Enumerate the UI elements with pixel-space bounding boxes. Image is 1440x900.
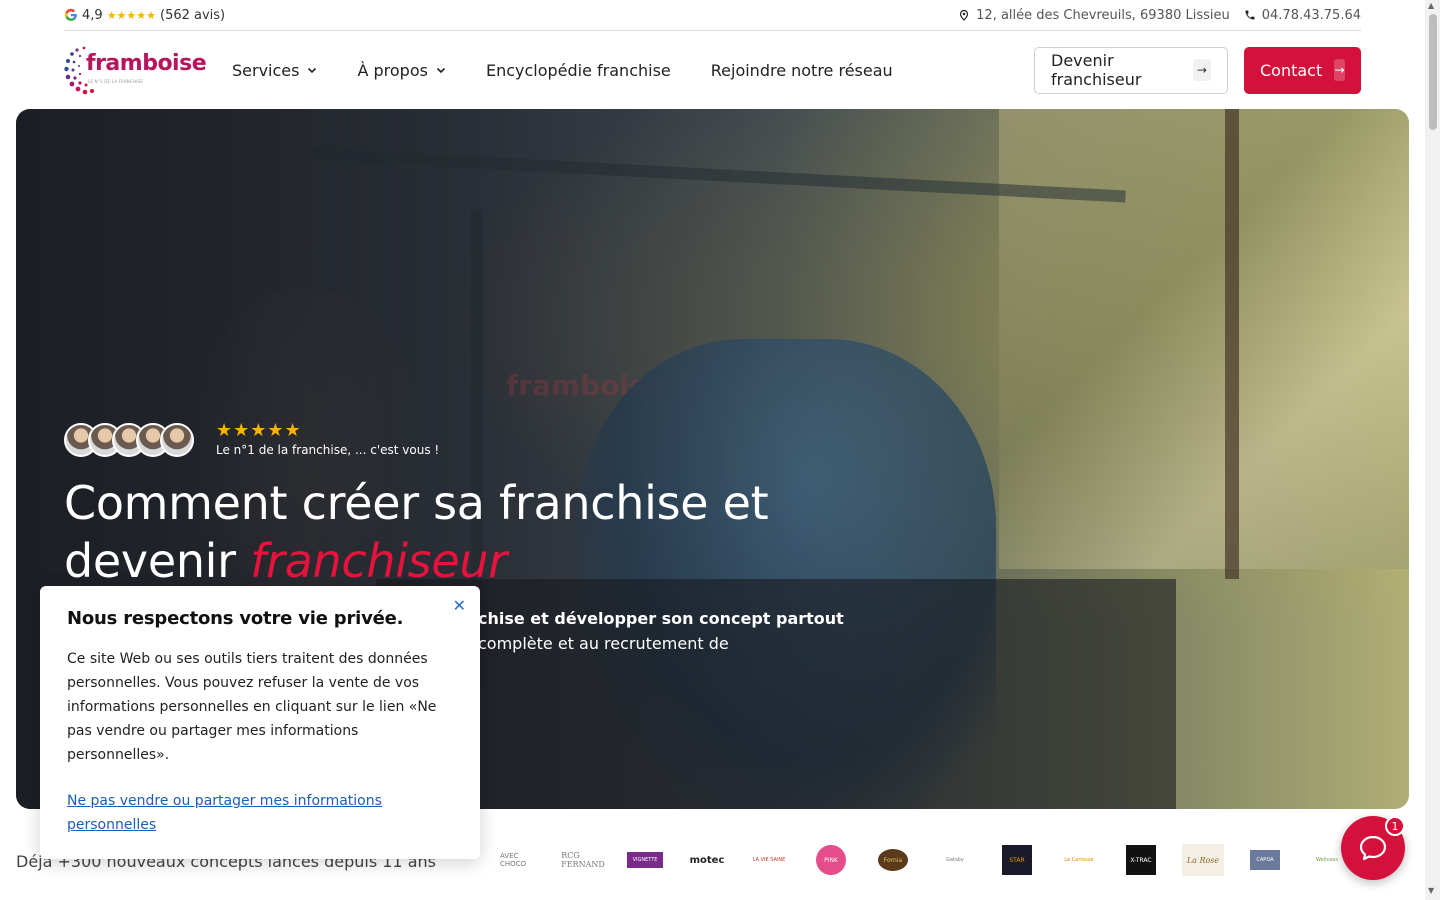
hero-title-accent: franchiseur — [250, 534, 507, 588]
brand-logo-mark: STAR — [1002, 845, 1032, 875]
google-icon — [64, 8, 77, 21]
brand-logo-mark: Fornia — [878, 849, 908, 871]
nav-item-encyclopedie[interactable]: Encyclopédie franchise — [486, 61, 671, 80]
hero-subtitle-regular: complète et au recrutement de — [478, 634, 729, 653]
hero-title-line2: devenir — [64, 534, 251, 588]
badge-stars: ★★★★★ — [216, 420, 302, 441]
privacy-body: Ce site Web ou ses outils tiers traitent… — [67, 651, 437, 763]
button-label: Contact — [1260, 60, 1323, 80]
main-nav: Services À propos Encyclopédie franchise… — [232, 61, 893, 80]
chevron-down-icon — [308, 67, 317, 74]
scroll-up-icon[interactable]: ▲ — [1428, 1, 1434, 10]
brand-logo: VIGNETTE — [624, 844, 666, 876]
testimonial-badge: ★★★★★ Le n°1 de la franchise, ... c'est … — [64, 422, 439, 457]
hero-title-line1: Comment créer sa franchise et — [64, 476, 769, 530]
nav-label: Rejoindre notre réseau — [710, 60, 893, 80]
brand-logo: Le Carrosse — [1064, 857, 1094, 863]
brand-logo: X-TRAC — [1120, 844, 1162, 876]
arrow-right-icon: → — [1334, 59, 1345, 81]
do-not-sell-link[interactable]: Ne pas vendre ou partager mes informatio… — [67, 789, 453, 837]
page-scrollbar[interactable]: ▲ ▼ — [1425, 0, 1440, 900]
arrow-right-icon: → — [1192, 59, 1211, 81]
scrollbar-thumb[interactable] — [1429, 14, 1437, 130]
nav-label: Encyclopédie franchise — [485, 60, 671, 80]
address-text: 12, allée des Chevreuils, 69380 Lissieu — [976, 7, 1230, 23]
framboise-logo[interactable]: framboise LE N°1 DE LA FRANCHISE — [64, 42, 207, 98]
close-icon[interactable]: ✕ — [453, 596, 466, 615]
logo-tagline: LE N°1 DE LA FRANCHISE — [88, 79, 144, 84]
brand-logo: Gatsby — [946, 857, 964, 863]
hero-subtitle-bold: chise et développer son concept partout — [478, 609, 844, 628]
review-count: (562 avis) — [160, 7, 226, 23]
devenir-franchiseur-button[interactable]: Devenir franchiseur → — [1034, 46, 1228, 94]
nav-item-rejoindre[interactable]: Rejoindre notre réseau — [711, 61, 893, 80]
brand-logo-mark: CAPOA — [1250, 850, 1280, 870]
hero-title: Comment créer sa franchise et devenir fr… — [64, 474, 824, 590]
brand-logo-mark: X-TRAC — [1126, 845, 1156, 875]
brand-logo: motec — [689, 854, 725, 866]
brand-logo-mark: PINK — [816, 845, 846, 875]
phone-text: 04.78.43.75.64 — [1261, 7, 1361, 23]
badge-caption: Le n°1 de la franchise, ... c'est vous ! — [216, 443, 440, 457]
nav-item-a-propos[interactable]: À propos — [357, 60, 446, 80]
button-label: Devenir franchiseur — [1051, 51, 1142, 89]
main-header: framboise LE N°1 DE LA FRANCHISE Service… — [64, 31, 1361, 109]
privacy-dialog: ✕ Nous respectons votre vie privée. Ce s… — [40, 586, 480, 859]
chevron-down-icon — [436, 67, 446, 74]
brand-logo: RCG FERNAND — [561, 851, 605, 869]
chat-notification-badge: 1 — [1385, 816, 1405, 836]
chat-bubble-icon — [1359, 835, 1387, 861]
brand-logo: CAPOA — [1244, 844, 1286, 876]
avatar-group — [64, 422, 194, 457]
rating-value: 4,9 — [82, 7, 103, 23]
brand-logo: AVEC CHOCO — [500, 852, 527, 868]
top-bar: 4,9 ★★★★★ (562 avis) 12, allée des Chevr… — [64, 0, 1361, 31]
brand-logo: LA VIE SAINE — [752, 857, 786, 863]
nav-label: À propos — [357, 60, 428, 80]
nav-label: Services — [232, 60, 300, 80]
brand-logo: STAR — [996, 844, 1038, 876]
phone[interactable]: 04.78.43.75.64 — [1244, 8, 1361, 23]
contact-button[interactable]: Contact → — [1244, 46, 1361, 94]
brand-logo-strip: AVEC CHOCO RCG FERNAND VIGNETTE motec LA… — [500, 844, 1348, 876]
phone-icon — [1245, 10, 1255, 20]
brand-logo: Fornia — [872, 844, 914, 876]
address[interactable]: 12, allée des Chevreuils, 69380 Lissieu — [958, 8, 1230, 23]
scroll-down-icon[interactable]: ▼ — [1428, 886, 1434, 895]
brand-logo: La Rose — [1182, 844, 1224, 876]
google-rating[interactable]: 4,9 ★★★★★ (562 avis) — [64, 8, 225, 23]
brand-logo: PINK — [810, 844, 852, 876]
rating-stars: ★★★★★ — [106, 8, 156, 22]
brand-logo-mark: VIGNETTE — [626, 852, 664, 868]
privacy-title: Nous respectons votre vie privée. — [67, 608, 404, 629]
avatar — [160, 422, 194, 457]
logo-wordmark: framboise — [86, 51, 207, 76]
nav-item-services[interactable]: Services — [232, 61, 317, 80]
location-pin-icon — [960, 9, 969, 21]
